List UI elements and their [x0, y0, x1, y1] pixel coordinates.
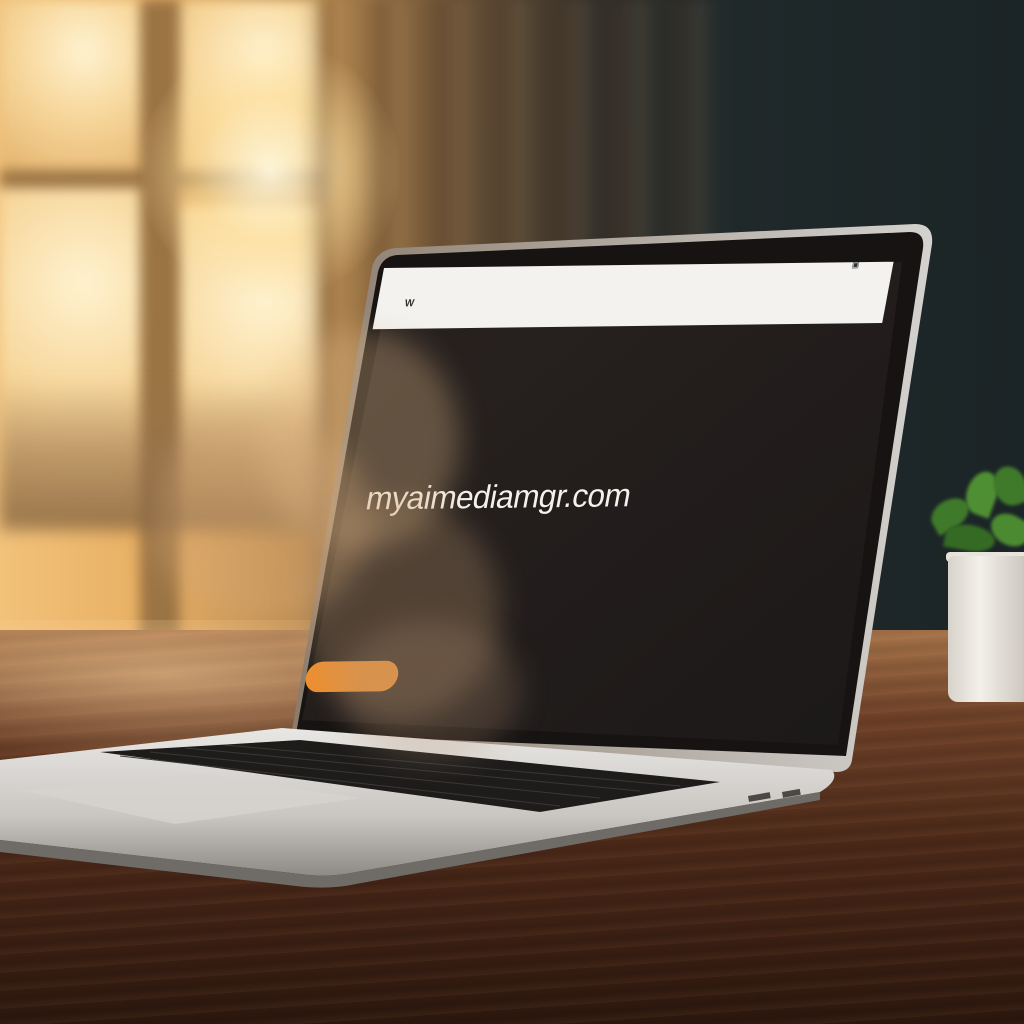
- bookmark-icon[interactable]: ▣: [851, 260, 860, 269]
- site-logo[interactable]: W: [404, 298, 415, 309]
- site-nav-bar: W ▣: [372, 260, 894, 330]
- nav-links: [484, 308, 572, 309]
- scene: W ▣ myaimediamgr.com: [0, 0, 1024, 1024]
